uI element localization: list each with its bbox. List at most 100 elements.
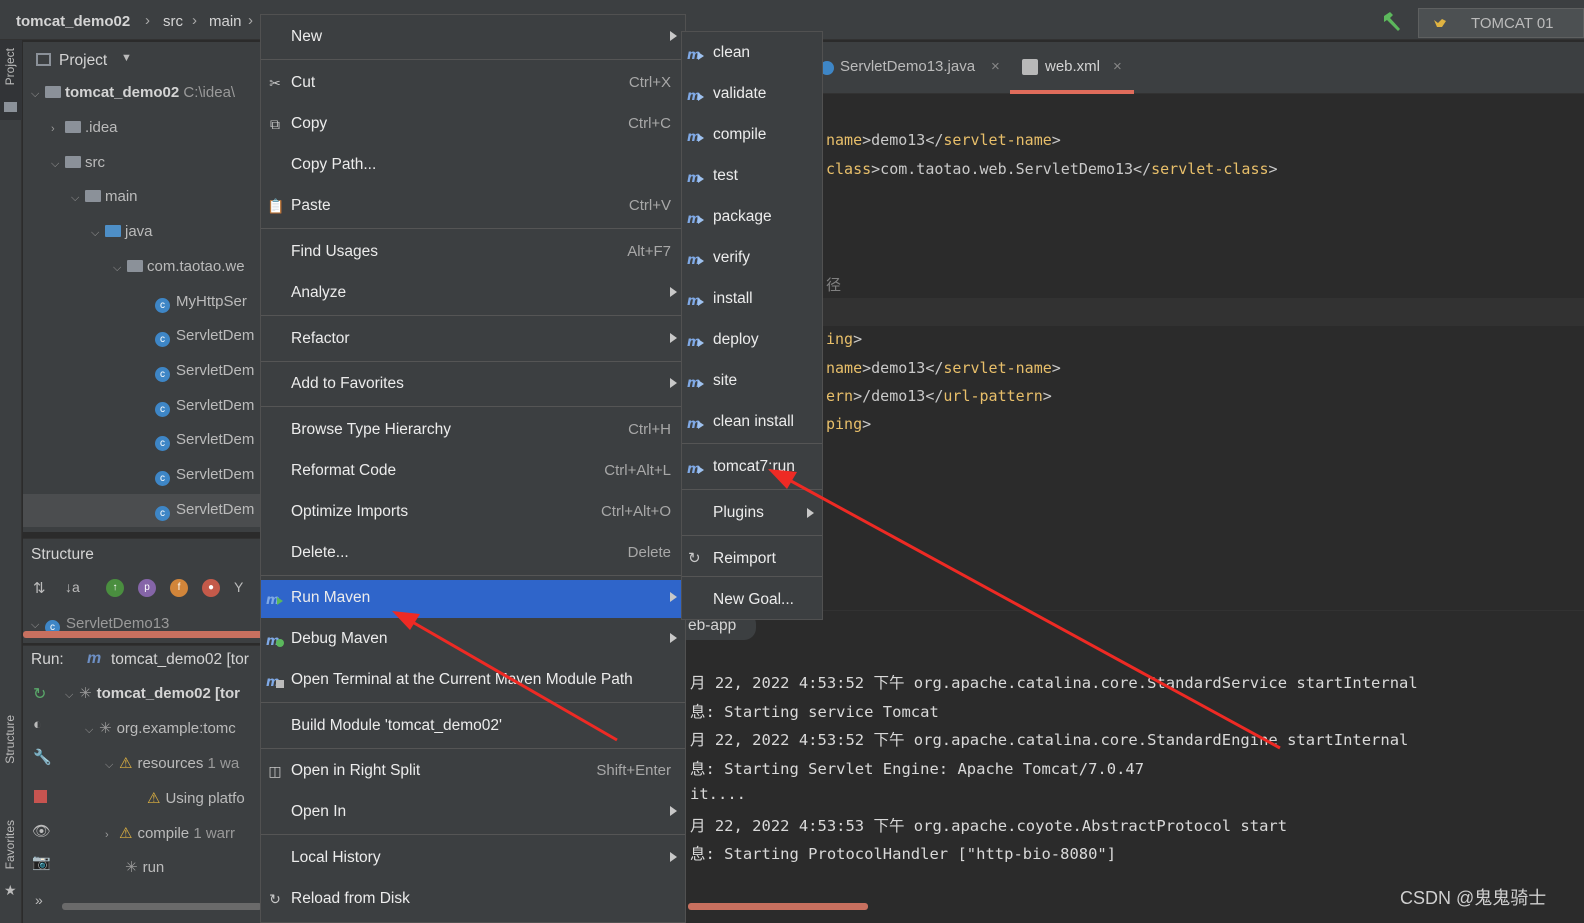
chevron-right-icon[interactable]: › — [51, 123, 65, 135]
tab-servletdemo13-java[interactable]: ServletDemo13.java — [840, 58, 975, 75]
menu-item-add-to-favorites[interactable]: Add to Favorites — [261, 366, 685, 402]
tree-item-label: ServletDem — [176, 327, 255, 344]
show-fields-icon[interactable]: f — [170, 579, 188, 597]
structure-scrollbar[interactable] — [23, 631, 263, 638]
goal-clean-install[interactable]: m clean install — [682, 403, 822, 441]
run-tree-scrollbar[interactable] — [62, 903, 262, 910]
chevron-down-icon[interactable]: ⌵ — [31, 88, 45, 101]
tab-web-xml[interactable]: web.xml — [1045, 58, 1100, 75]
menu-item-new[interactable]: New — [261, 19, 685, 55]
editor-area[interactable] — [690, 42, 1584, 610]
tree-item-main[interactable]: ⌵ main — [71, 188, 138, 218]
favorites-tool-tab[interactable]: Favorites ★ — [0, 820, 22, 920]
menu-item-paste[interactable]: 📋 Paste Ctrl+V — [261, 188, 685, 224]
tree-item-class[interactable]: c ServletDem — [155, 327, 254, 357]
menu-item-reformat-code[interactable]: Reformat Code Ctrl+Alt+L — [261, 453, 685, 489]
chevron-down-icon[interactable]: ⌵ — [65, 689, 79, 702]
goal-package[interactable]: m package — [682, 198, 822, 236]
stop-icon[interactable] — [34, 790, 47, 803]
run-tree-item[interactable]: ⌵ ✳ org.example:tomc — [85, 719, 236, 749]
camera-icon[interactable]: 📷 — [32, 853, 51, 871]
close-icon[interactable]: × — [1113, 58, 1122, 75]
run-tree-item[interactable]: ⌵ ⚠ resources 1 wa — [105, 754, 239, 784]
sort-by-visibility-icon[interactable]: ⇅ — [33, 579, 46, 597]
build-hammer-icon[interactable] — [1380, 10, 1404, 34]
structure-item[interactable]: ⌵ c ServletDemo13 — [31, 615, 169, 645]
menu-item-open-in-right-split[interactable]: ◫ Open in Right Split Shift+Enter — [261, 753, 685, 789]
chevron-right-icon[interactable]: › — [105, 829, 119, 841]
tree-item-class[interactable]: c ServletDem — [155, 501, 254, 531]
goal-clean[interactable]: m clean — [682, 34, 822, 72]
menu-item-delete[interactable]: Delete... Delete — [261, 535, 685, 571]
wrench-icon[interactable]: 🔧 — [33, 748, 52, 766]
menu-item-refactor[interactable]: Refactor — [261, 321, 685, 357]
goal-deploy[interactable]: m deploy — [682, 321, 822, 359]
menu-item-copy-path[interactable]: Copy Path... — [261, 147, 685, 183]
menu-item-open-in[interactable]: Open In — [261, 794, 685, 830]
tree-item-class[interactable]: c ServletDem — [155, 466, 254, 496]
chevron-down-icon[interactable]: ⌵ — [85, 724, 99, 737]
menu-item-copy[interactable]: ⧉ Copy Ctrl+C — [261, 106, 685, 142]
show-lambdas-icon[interactable]: Y — [234, 579, 243, 595]
menu-item-open-terminal-maven[interactable]: m Open Terminal at the Current Maven Mod… — [261, 662, 685, 698]
sort-alphabetically-icon[interactable]: ↓a — [65, 579, 80, 595]
goal-tomcat7-run[interactable]: m tomcat7:run — [682, 448, 822, 486]
run-config-tab[interactable]: tomcat_demo02 [tor — [111, 651, 249, 669]
goal-validate[interactable]: m validate — [682, 75, 822, 113]
tree-item-package[interactable]: ⌵ com.taotao.we — [113, 258, 245, 288]
more-icon[interactable]: » — [35, 892, 43, 908]
goal-test[interactable]: m test — [682, 157, 822, 195]
close-icon[interactable]: × — [991, 58, 1000, 75]
show-non-public-icon[interactable]: ● — [202, 579, 220, 597]
run-maven-submenu: m clean m validate m compile m test m package… — [681, 31, 823, 620]
tree-item-class[interactable]: c ServletDem — [155, 431, 254, 461]
structure-tool-tab[interactable]: Structure — [0, 715, 22, 805]
menu-item-new-goal[interactable]: New Goal... — [682, 581, 822, 619]
menu-item-debug-maven[interactable]: m Debug Maven — [261, 621, 685, 657]
chevron-down-icon[interactable]: ⌵ — [71, 192, 85, 205]
tree-item-class[interactable]: c ServletDem — [155, 362, 254, 392]
breadcrumb-project[interactable]: tomcat_demo02 — [16, 13, 130, 30]
run-tree-item[interactable]: ✳ run — [125, 858, 164, 888]
tree-item-idea[interactable]: › .idea — [51, 119, 118, 149]
tree-item-class[interactable]: c ServletDem — [155, 397, 254, 427]
run-tree-item[interactable]: ⚠ Using platfo — [147, 789, 245, 819]
console-scrollbar[interactable] — [688, 903, 868, 910]
menu-item-local-history[interactable]: Local History — [261, 840, 685, 876]
menu-item-find-usages[interactable]: Find Usages Alt+F7 — [261, 234, 685, 270]
goal-site[interactable]: m site — [682, 362, 822, 400]
chevron-down-icon[interactable]: ⌵ — [105, 759, 119, 772]
tree-item-project-root[interactable]: ⌵ tomcat_demo02 C:\idea\ — [31, 84, 235, 114]
menu-item-reload-from-disk[interactable]: ↻ Reload from Disk — [261, 881, 685, 917]
run-tree-item[interactable]: ⌵ ✳ tomcat_demo02 [tor — [65, 684, 240, 714]
run-configuration-selector[interactable]: TOMCAT 01 — [1418, 8, 1584, 38]
goal-install[interactable]: m install — [682, 280, 822, 318]
menu-item-reimport[interactable]: ↻ Reimport — [682, 540, 822, 578]
menu-item-run-maven[interactable]: m Run Maven — [261, 580, 685, 618]
toggle-view-icon[interactable]: ◐ — [33, 716, 42, 733]
menu-item-build-module[interactable]: Build Module 'tomcat_demo02' — [261, 708, 685, 744]
tree-item-java[interactable]: ⌵ java — [91, 223, 153, 253]
submenu-plugins[interactable]: Plugins — [682, 494, 822, 532]
chevron-down-icon[interactable]: ⌵ — [113, 262, 127, 275]
eye-icon[interactable]: 👁 — [32, 822, 51, 840]
project-tool-tab[interactable]: Project — [0, 40, 22, 120]
menu-item-optimize-imports[interactable]: Optimize Imports Ctrl+Alt+O — [261, 494, 685, 530]
breadcrumb-src[interactable]: src — [163, 13, 183, 30]
chevron-down-icon[interactable]: ⌵ — [51, 158, 65, 171]
rerun-icon[interactable]: ↻ — [33, 684, 46, 704]
show-properties-icon[interactable]: p — [138, 579, 156, 597]
menu-item-browse-type-hierarchy[interactable]: Browse Type Hierarchy Ctrl+H — [261, 412, 685, 448]
menu-item-analyze[interactable]: Analyze — [261, 275, 685, 311]
breadcrumb-main[interactable]: main — [209, 13, 242, 30]
run-tree-item[interactable]: › ⚠ compile 1 warr — [105, 824, 235, 854]
goal-compile[interactable]: m compile — [682, 116, 822, 154]
project-view-selector[interactable]: Project — [59, 52, 107, 70]
tree-item-class[interactable]: c MyHttpSer — [155, 293, 247, 323]
goal-verify[interactable]: m verify — [682, 239, 822, 277]
tree-item-src[interactable]: ⌵ src — [51, 154, 105, 184]
menu-item-cut[interactable]: ✂ Cut Ctrl+X — [261, 65, 685, 101]
chevron-down-icon[interactable]: ▼ — [121, 52, 132, 64]
show-inherited-icon[interactable]: ↑ — [106, 579, 124, 597]
chevron-down-icon[interactable]: ⌵ — [91, 227, 105, 240]
